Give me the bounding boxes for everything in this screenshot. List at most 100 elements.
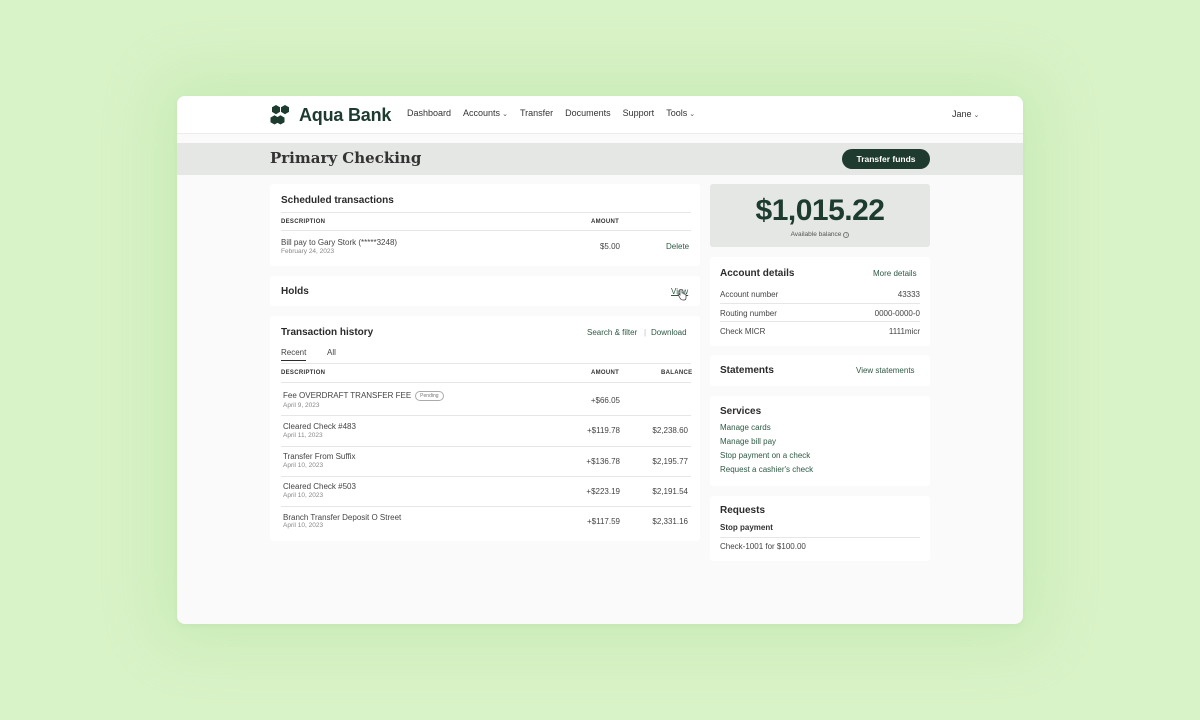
download-link[interactable]: Download xyxy=(651,328,687,337)
available-balance-amount: $1,015.22 xyxy=(755,194,885,227)
nav-documents-label: Documents xyxy=(565,108,611,118)
transaction-description: Branch Transfer Deposit O Street xyxy=(283,513,402,522)
nav-dashboard-label: Dashboard xyxy=(407,108,452,118)
top-navigation: Aqua Bank Dashboard Accounts ⌄ Transfer D… xyxy=(177,96,1023,134)
detail-label: Routing number xyxy=(720,309,777,318)
divider xyxy=(281,446,691,447)
search-filter-link[interactable]: Search & filter xyxy=(587,328,637,337)
nav-documents[interactable]: Documents xyxy=(565,108,611,118)
requests-title: Requests xyxy=(720,505,766,516)
divider xyxy=(281,506,691,507)
transaction-date: April 10, 2023 xyxy=(283,462,324,469)
user-menu[interactable]: Jane ⌄ xyxy=(952,109,979,119)
chevron-down-icon: ⌄ xyxy=(973,112,980,119)
stop-payment-link[interactable]: Stop payment on a check xyxy=(720,451,810,460)
scheduled-title: Scheduled transactions xyxy=(281,195,394,206)
statements-card: Statements View statements xyxy=(710,355,930,386)
col-description: DESCRIPTION xyxy=(281,370,326,376)
transaction-amount: +$119.78 xyxy=(587,426,620,435)
transaction-description-text: Fee OVERDRAFT TRANSFER FEE xyxy=(283,391,412,400)
transaction-date: April 10, 2023 xyxy=(283,522,324,529)
divider xyxy=(720,321,920,322)
services-card: Services Manage cards Manage bill pay St… xyxy=(710,396,930,486)
page-title: Primary Checking xyxy=(270,149,422,167)
transaction-amount: +$223.19 xyxy=(586,487,620,496)
transaction-date: April 10, 2023 xyxy=(283,492,324,499)
divider xyxy=(281,382,691,383)
divider xyxy=(720,537,920,538)
pending-badge: Pending xyxy=(415,391,444,401)
available-balance-card: $1,015.22 Available balance i xyxy=(710,184,930,247)
divider xyxy=(281,415,691,416)
nav-tools-label: Tools xyxy=(666,108,688,118)
detail-value: 0000-0000-0 xyxy=(874,309,920,318)
col-description: DESCRIPTION xyxy=(281,219,326,225)
col-amount: AMOUNT xyxy=(591,219,620,225)
nav-accounts-label: Accounts xyxy=(463,108,501,118)
nav-transfer[interactable]: Transfer xyxy=(520,108,553,118)
transaction-balance: $2,238.60 xyxy=(652,426,688,435)
nav-transfer-label: Transfer xyxy=(519,108,554,118)
divider xyxy=(281,363,691,364)
hexagon-logo-icon xyxy=(270,105,289,125)
transaction-description: Cleared Check #483 xyxy=(283,422,356,431)
transaction-history-card: Transaction history Search & filter | Do… xyxy=(270,316,700,541)
history-title: Transaction history xyxy=(281,327,374,338)
transaction-amount: +$117.59 xyxy=(587,517,620,526)
nav-tools[interactable]: Tools ⌄ xyxy=(666,108,695,118)
brand-name: Aqua Bank xyxy=(299,104,392,125)
statements-title: Statements xyxy=(720,365,774,376)
available-balance-text: Available balance xyxy=(790,231,842,238)
delete-link[interactable]: Delete xyxy=(666,242,689,251)
cashiers-check-link[interactable]: Request a cashier's check xyxy=(720,465,813,474)
divider xyxy=(281,212,691,213)
holds-card: Holds View xyxy=(270,276,700,306)
browser-window: Aqua Bank Dashboard Accounts ⌄ Transfer D… xyxy=(177,96,1023,624)
services-title: Services xyxy=(720,406,762,417)
manage-bill-pay-link[interactable]: Manage bill pay xyxy=(720,437,776,446)
manage-cards-link[interactable]: Manage cards xyxy=(720,423,771,432)
col-balance: BALANCE xyxy=(661,370,693,376)
transaction-description: Cleared Check #503 xyxy=(283,482,356,491)
holds-title: Holds xyxy=(281,286,309,297)
chevron-down-icon: ⌄ xyxy=(502,111,508,118)
transaction-amount: +$66.05 xyxy=(590,396,620,405)
page-header: Primary Checking Transfer funds xyxy=(177,143,1023,175)
transaction-balance: $2,331.16 xyxy=(652,517,688,526)
divider xyxy=(720,303,920,304)
detail-value: 1111micr xyxy=(888,327,920,336)
more-details-link[interactable]: More details xyxy=(873,269,917,278)
tab-all[interactable]: All xyxy=(327,348,336,357)
nav-support-label: Support xyxy=(622,108,655,118)
nav-support[interactable]: Support xyxy=(623,108,655,118)
divider xyxy=(281,476,691,477)
transaction-description: Transfer From Suffix xyxy=(283,452,356,461)
requests-subtitle: Stop payment xyxy=(720,523,773,532)
hand-cursor-icon xyxy=(677,289,687,301)
requests-card: Requests Stop payment Check-1001 for $10… xyxy=(710,496,930,561)
nav-dashboard[interactable]: Dashboard xyxy=(407,108,451,118)
brand-logo[interactable]: Aqua Bank xyxy=(270,102,391,128)
transaction-date: April 11, 2023 xyxy=(283,432,323,439)
transaction-description: Fee OVERDRAFT TRANSFER FEE Pending xyxy=(283,391,444,401)
link-separator: | xyxy=(644,328,647,337)
nav-accounts[interactable]: Accounts ⌄ xyxy=(463,108,508,118)
account-details-card: Account details More details Account num… xyxy=(710,257,930,346)
request-item[interactable]: Check-1001 for $100.00 xyxy=(720,542,806,551)
view-statements-link[interactable]: View statements xyxy=(856,366,915,375)
scheduled-amount: $5.00 xyxy=(599,242,620,251)
main-nav: Dashboard Accounts ⌄ Transfer Documents S… xyxy=(407,108,707,118)
chevron-down-icon: ⌄ xyxy=(689,111,696,118)
account-details-title: Account details xyxy=(720,268,795,279)
transaction-date: April 9, 2023 xyxy=(283,402,320,409)
detail-value: 43333 xyxy=(897,290,920,299)
user-name: Jane xyxy=(952,109,972,119)
available-balance-label: Available balance i xyxy=(710,231,930,238)
col-amount: AMOUNT xyxy=(591,370,620,376)
transfer-funds-button[interactable]: Transfer funds xyxy=(842,149,930,169)
info-icon[interactable]: i xyxy=(843,232,850,238)
tab-recent[interactable]: Recent xyxy=(281,348,307,361)
transaction-balance: $2,191.54 xyxy=(652,487,688,496)
transaction-balance: $2,195.77 xyxy=(652,457,688,466)
detail-label: Account number xyxy=(720,290,779,299)
